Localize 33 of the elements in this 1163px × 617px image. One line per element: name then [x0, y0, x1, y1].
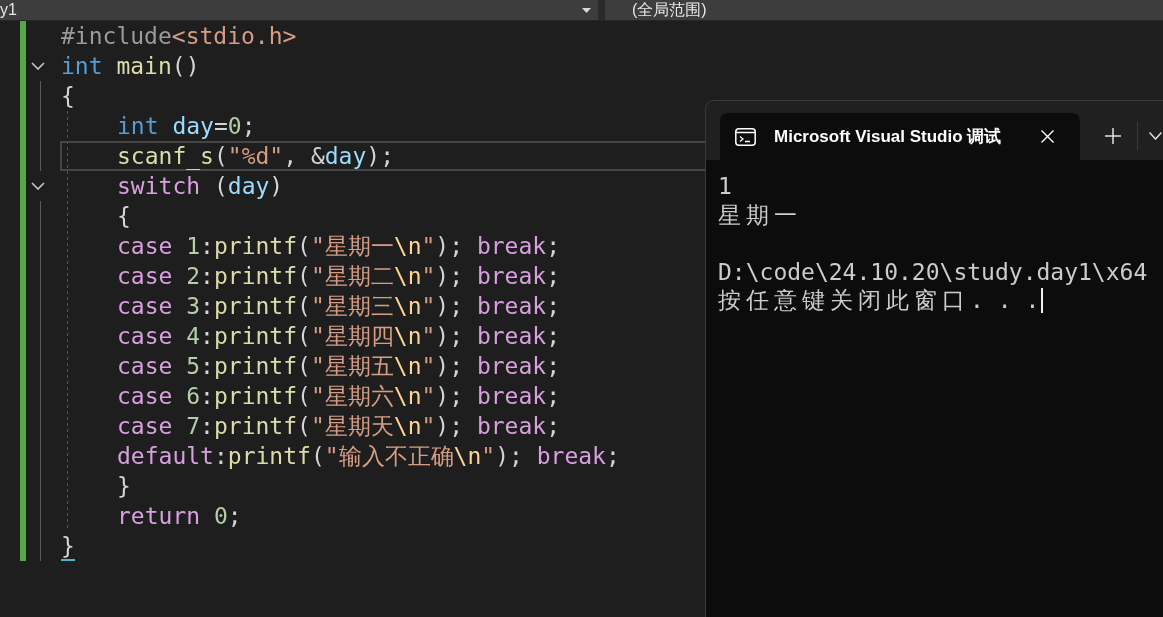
code-line: scanf_s("%d", &day); [117, 142, 394, 171]
terminal-tab[interactable]: Microsoft Visual Studio 调试 [720, 113, 1080, 160]
text-cursor [1041, 287, 1044, 313]
console-line: 1 [718, 172, 732, 201]
console-line: 按任意键关闭此窗口. . . [718, 286, 1040, 315]
code-line: case 6:printf("星期六\n"); break; [117, 382, 560, 411]
close-icon[interactable] [1041, 130, 1054, 143]
code-line: case 7:printf("星期天\n"); break; [117, 412, 560, 441]
code-line: return 0; [117, 502, 242, 531]
code-line: case 1:printf("星期一\n"); break; [117, 232, 560, 261]
caret-icon[interactable] [582, 7, 591, 13]
code-line: int day=0; [117, 112, 256, 141]
dropdown-field[interactable]: y1 [0, 0, 598, 20]
code-line: case 4:printf("星期四\n"); break; [117, 322, 560, 351]
console-line: 星期一 [718, 200, 802, 229]
code-line: case 2:printf("星期二\n"); break; [117, 262, 560, 291]
code-line: } [117, 472, 131, 501]
code-line: case 3:printf("星期三\n"); break; [117, 292, 560, 321]
chevron-down-icon[interactable] [31, 182, 45, 190]
code-line: { [117, 202, 131, 231]
console-line: D:\code\24.10.20\study.day1\x64 [718, 257, 1148, 286]
code-line: int main() [61, 52, 200, 81]
code-line: } [61, 532, 75, 561]
code-line: { [61, 82, 75, 111]
chevron-down-icon[interactable] [31, 62, 45, 70]
code-line: default:printf("输入不正确\n"); break; [117, 442, 620, 471]
chevron-down-icon[interactable] [1149, 132, 1162, 140]
code-line: #include<stdio.h> [61, 22, 297, 51]
terminal-icon [735, 127, 756, 146]
code-line: switch (day) [117, 172, 284, 201]
dropdown-field[interactable]: (全局范围) [605, 0, 1163, 20]
plus-icon[interactable] [1105, 128, 1121, 144]
code-line: case 5:printf("星期五\n"); break; [117, 352, 560, 381]
